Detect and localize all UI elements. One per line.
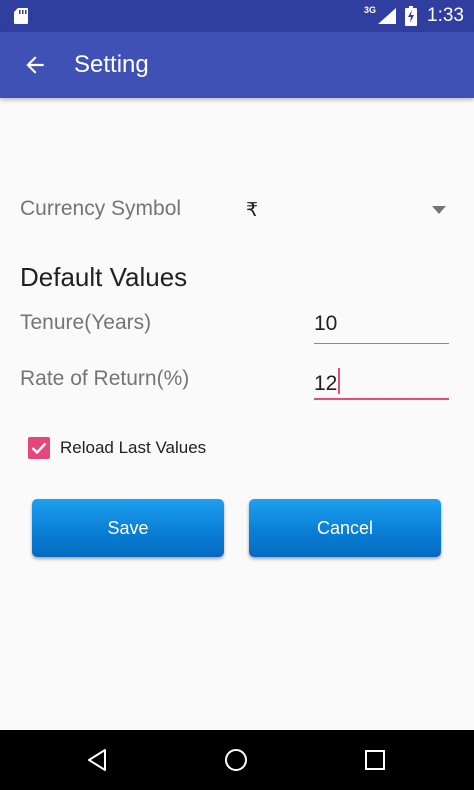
tenure-value: 10 <box>314 312 338 335</box>
battery-charging-icon <box>405 6 418 26</box>
save-button[interactable]: Save <box>32 499 224 557</box>
tenure-label: Tenure(Years) <box>20 311 152 334</box>
text-cursor <box>338 368 341 394</box>
page-title: Setting <box>74 51 149 78</box>
reload-last-values-checkbox[interactable] <box>28 437 50 459</box>
nav-home-icon[interactable] <box>224 748 248 772</box>
currency-symbol-spinner[interactable]: ₹ <box>236 192 456 230</box>
nav-recent-icon[interactable] <box>364 749 386 771</box>
clock: 1:33 <box>427 5 464 26</box>
rate-of-return-input[interactable]: 12 <box>314 366 449 400</box>
status-icons: 3G 1:33 <box>364 0 464 32</box>
cancel-button[interactable]: Cancel <box>249 499 441 557</box>
nav-back-icon[interactable] <box>86 748 110 772</box>
sd-card-icon <box>14 8 28 24</box>
default-values-heading: Default Values <box>20 262 188 292</box>
status-bar: 3G 1:33 <box>0 0 474 32</box>
rate-of-return-value-wrap: 12 <box>314 368 341 396</box>
triangle-down-icon <box>432 206 446 214</box>
app-bar: Setting <box>0 32 474 98</box>
reload-last-values-label[interactable]: Reload Last Values <box>60 438 206 458</box>
navigation-bar <box>0 730 474 790</box>
currency-symbol-label: Currency Symbol <box>20 197 182 220</box>
signal-icon <box>378 8 397 24</box>
check-icon <box>31 442 47 455</box>
rate-of-return-value: 12 <box>314 372 338 395</box>
screen: 3G 1:33 Setting Currency Symbol ₹ Defaul… <box>0 0 474 790</box>
currency-symbol-value: ₹ <box>246 200 259 221</box>
rate-of-return-label: Rate of Return(%) <box>20 367 190 390</box>
arrow-back-icon[interactable] <box>22 52 48 78</box>
network-type-label: 3G <box>364 5 377 15</box>
tenure-input[interactable]: 10 <box>314 310 449 344</box>
